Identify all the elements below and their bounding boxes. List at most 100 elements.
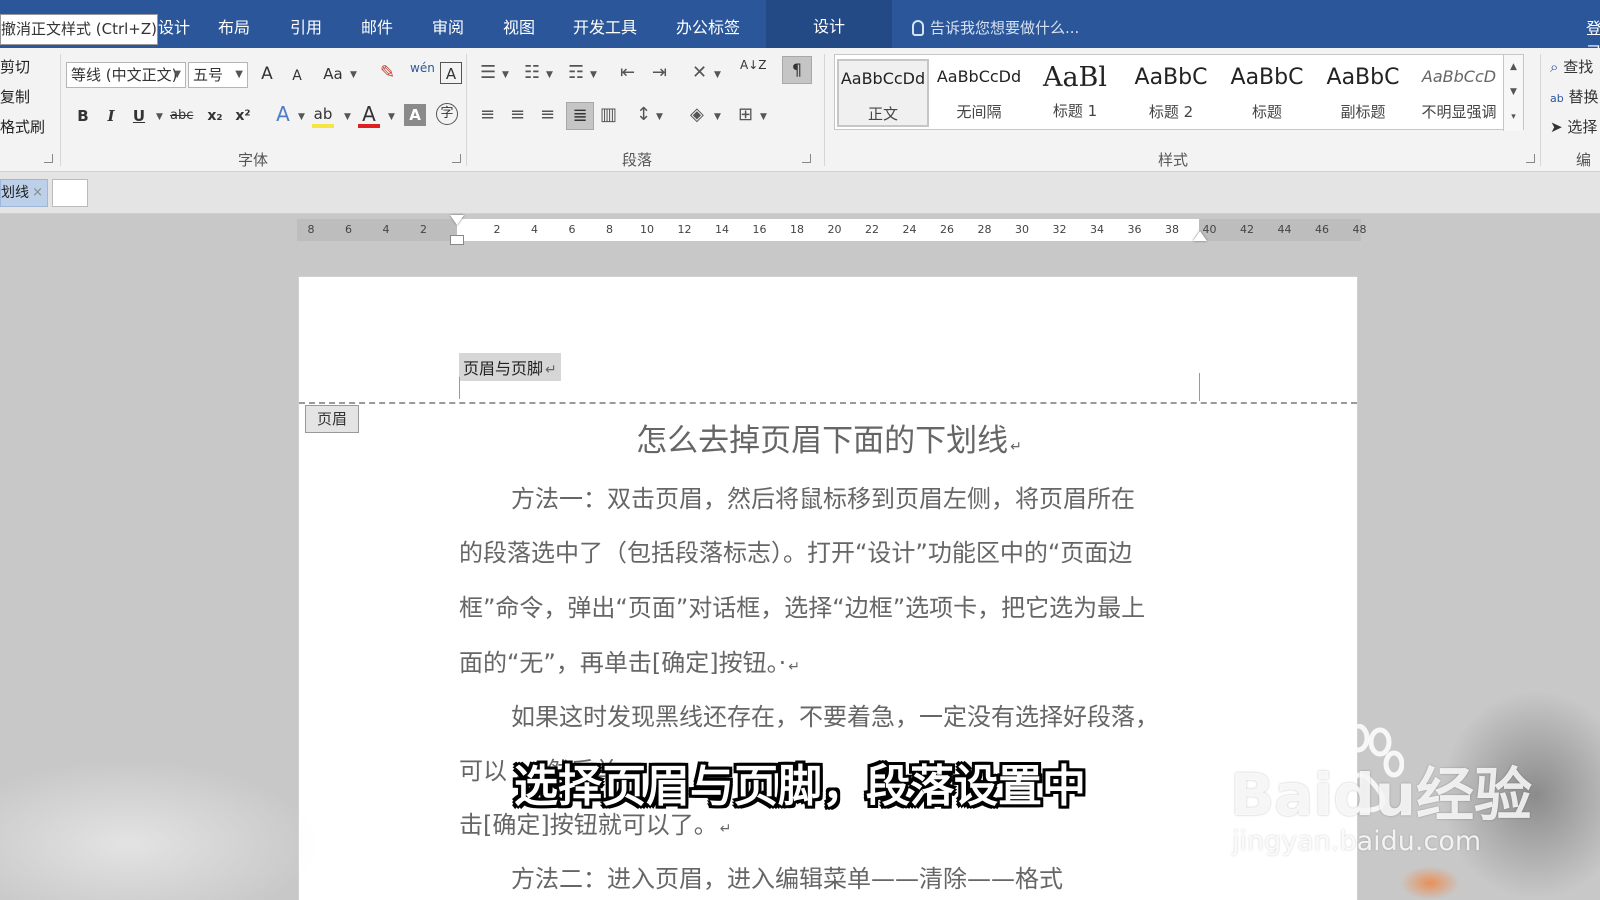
grow-font-button[interactable]: A (256, 62, 278, 88)
tab-review[interactable]: 审阅 (432, 14, 464, 38)
clear-formatting-icon[interactable]: ✎ (380, 60, 395, 86)
tab-view[interactable]: 视图 (503, 14, 535, 38)
align-center-icon[interactable]: ≡ (510, 102, 525, 128)
style-subtle-emphasis[interactable]: AaBbCcD 不明显强调 (1413, 59, 1505, 127)
justify-button[interactable]: ≣ (566, 102, 594, 130)
paragraph-line: 方法二：进入页眉，进入编辑菜单——清除——格式 (511, 865, 1063, 893)
style-sample: AaBbCcDd (936, 67, 1022, 86)
highlight-color-button[interactable]: ab (312, 102, 334, 128)
show-marks-button[interactable]: ¶ (782, 56, 812, 84)
font-size-value: 五号 (193, 66, 224, 84)
line-spacing-icon[interactable]: ↕ (636, 102, 651, 128)
tell-me-box[interactable]: 告诉我您想要做什么... (912, 17, 1079, 38)
left-indent-marker[interactable] (450, 235, 464, 245)
chevron-down-icon[interactable]: ▼ (1504, 80, 1523, 105)
find-button[interactable]: ⌕ 查找 (1550, 56, 1593, 77)
gallery-scroll[interactable]: ▲ ▼ ▾ (1503, 55, 1523, 131)
document-tab[interactable]: 划线 × (0, 179, 48, 207)
align-left-icon[interactable]: ≡ (480, 102, 495, 128)
multilevel-list-icon[interactable]: ☶ (568, 60, 584, 86)
horizontal-ruler[interactable]: 8 6 4 2 2 4 6 8 10 12 14 16 18 20 22 24 26 28 30 32 34 36 38 40… (296, 215, 1367, 245)
style-normal[interactable]: AaBbCcDd 正文 (837, 59, 929, 127)
paragraph-launcher-icon[interactable] (802, 154, 811, 163)
copy-button[interactable]: 复制 (0, 86, 30, 107)
ruler-tick-label: 40 (1202, 223, 1217, 236)
chevron-down-icon: ▼ (344, 112, 351, 122)
undo-tooltip: 撤消正文样式 (Ctrl+Z) (0, 14, 158, 45)
subscript-button[interactable]: x₂ (204, 104, 226, 130)
phonetic-guide-button[interactable]: wén (410, 56, 435, 82)
watermark-url: jingyan.baidu.com (1232, 826, 1482, 857)
style-heading-2[interactable]: AaBbC 标题 2 (1125, 59, 1217, 127)
strikethrough-button[interactable]: abc (170, 104, 193, 130)
decrease-indent-icon[interactable]: ⇤ (620, 60, 635, 86)
document-title-text: 怎么去掉页眉下面的下划线 (636, 423, 1009, 459)
font-group-label: 字体 (238, 151, 269, 169)
paragraph-mark: ↵ (719, 821, 732, 837)
group-separator (1540, 54, 1541, 166)
tab-header-footer-design[interactable]: 设计 (766, 0, 892, 48)
chevron-down-icon: ▼ (350, 70, 357, 80)
tab-design[interactable]: 设计 (158, 14, 190, 38)
increase-indent-icon[interactable]: ⇥ (652, 60, 667, 86)
char-shading-button[interactable]: A (404, 104, 426, 126)
tab-mailings[interactable]: 邮件 (361, 14, 393, 38)
style-name: 标题 (1251, 103, 1282, 121)
clipboard-launcher-icon[interactable] (44, 154, 53, 163)
chinese-layout-icon[interactable]: ✕ (692, 60, 707, 86)
font-name-value: 等线 (中文正文) (71, 66, 178, 84)
shading-icon[interactable]: ◈ (690, 102, 704, 128)
ruler-tick-label: 18 (790, 223, 804, 236)
close-icon[interactable]: × (32, 180, 43, 206)
style-heading-1[interactable]: AaBl 标题 1 (1029, 59, 1121, 127)
paragraph-mark: ↵ (1010, 439, 1022, 455)
font-color-button[interactable]: A (358, 102, 380, 128)
text-effects-button[interactable]: A (272, 102, 294, 128)
replace-button[interactable]: ab 替换 (1550, 86, 1599, 107)
ribbon: 剪切 复制 格式刷 等线 (中文正文) ▼ 五号 ▼ A A Aa ▼ ✎ wén … (0, 48, 1600, 190)
superscript-button[interactable]: x² (232, 104, 254, 130)
paragraph-group-label: 段落 (622, 151, 653, 169)
style-no-spacing[interactable]: AaBbCcDd 无间隔 (933, 59, 1025, 127)
borders-icon[interactable]: ⊞ (738, 102, 753, 128)
cursor-icon: ➤ (1550, 118, 1563, 136)
change-case-button[interactable]: Aa (322, 62, 344, 88)
bullets-icon[interactable]: ☰ (480, 60, 496, 86)
more-icon[interactable]: ▾ (1504, 105, 1523, 130)
font-launcher-icon[interactable] (452, 154, 461, 163)
ruler-tick-label: 2 (493, 223, 501, 236)
tab-office-tab[interactable]: 办公标签 (676, 14, 740, 38)
select-button[interactable]: ➤ 选择 (1550, 116, 1597, 137)
align-right-icon[interactable]: ≡ (540, 102, 555, 128)
bold-button[interactable]: B (72, 104, 94, 130)
italic-button[interactable]: I (100, 104, 122, 130)
first-line-indent-marker[interactable] (450, 215, 464, 225)
styles-launcher-icon[interactable] (1526, 154, 1535, 163)
shrink-font-button[interactable]: A (286, 64, 308, 90)
style-name: 不明显强调 (1421, 103, 1497, 121)
format-painter-button[interactable]: 格式刷 (0, 116, 45, 137)
distributed-icon[interactable]: ▥ (600, 102, 617, 128)
style-title[interactable]: AaBbC 标题 (1221, 59, 1313, 127)
sort-button[interactable]: A↓Z (740, 58, 766, 84)
tab-developer[interactable]: 开发工具 (573, 14, 637, 38)
chevron-down-icon: ▼ (656, 112, 663, 122)
char-border-button[interactable]: A (440, 62, 462, 84)
style-name: 正文 (867, 105, 898, 123)
header-text[interactable]: 页眉与页脚 ↵ (459, 353, 561, 381)
chevron-up-icon[interactable]: ▲ (1504, 55, 1523, 80)
new-tab-button[interactable] (52, 179, 88, 207)
search-icon: ⌕ (1550, 58, 1559, 76)
tab-layout[interactable]: 布局 (218, 14, 250, 38)
underline-button[interactable]: U (128, 104, 150, 130)
style-subtitle[interactable]: AaBbC 副标题 (1317, 59, 1409, 127)
enclose-char-button[interactable]: 字 (436, 103, 458, 125)
numbering-icon[interactable]: ☷ (524, 60, 540, 86)
font-name-select[interactable]: 等线 (中文正文) ▼ (66, 62, 186, 88)
tab-references[interactable]: 引用 (290, 14, 322, 38)
cut-button[interactable]: 剪切 (0, 56, 30, 77)
justify-icon: ≣ (572, 105, 588, 126)
lightbulb-icon (912, 19, 924, 36)
styles-gallery: AaBbCcDd 正文 AaBbCcDd 无间隔 AaBl 标题 1 AaBbC… (834, 54, 1524, 131)
font-size-select[interactable]: 五号 ▼ (188, 62, 248, 88)
